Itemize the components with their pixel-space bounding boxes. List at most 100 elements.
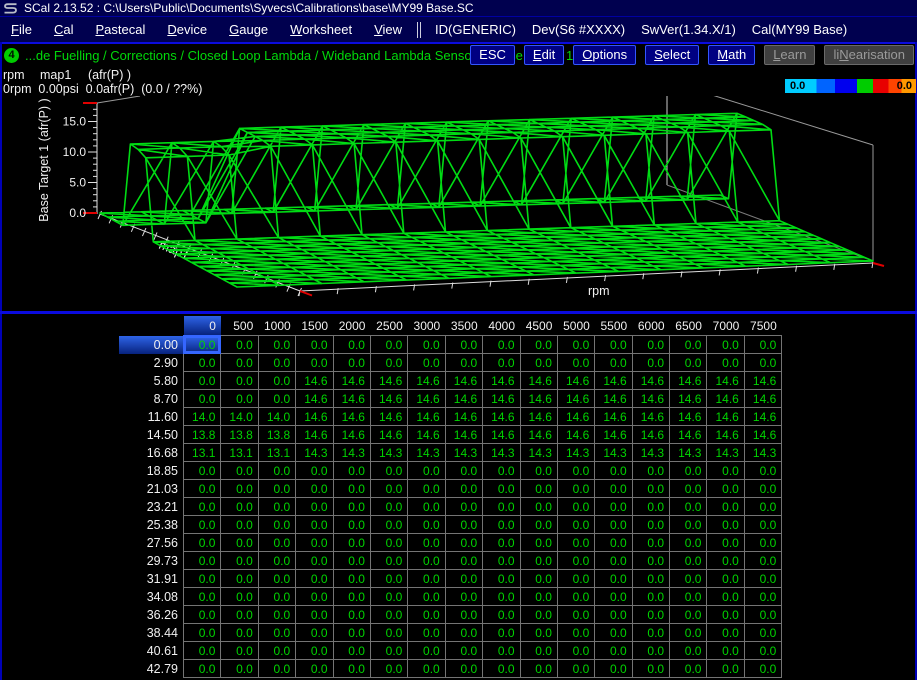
table-cell[interactable]: 14.6: [670, 372, 707, 390]
row-header-36.26[interactable]: 36.26: [119, 606, 184, 624]
options-button[interactable]: Options: [573, 45, 636, 65]
table-cell[interactable]: 0.0: [445, 534, 482, 552]
col-header-7000[interactable]: 7000: [707, 316, 744, 336]
table-cell[interactable]: 0.0: [632, 336, 669, 354]
table-cell[interactable]: 0.0: [632, 480, 669, 498]
table-cell[interactable]: 0.0: [370, 498, 407, 516]
row-header-31.91[interactable]: 31.91: [119, 570, 184, 588]
table-cell[interactable]: 14.6: [595, 426, 632, 444]
table-cell[interactable]: 14.6: [557, 408, 594, 426]
table-cell[interactable]: 0.0: [221, 516, 258, 534]
table-cell[interactable]: 0.0: [296, 660, 333, 678]
table-cell[interactable]: 0.0: [408, 336, 445, 354]
table-cell[interactable]: 0.0: [184, 588, 221, 606]
table-cell[interactable]: 0.0: [408, 642, 445, 660]
row-header-18.85[interactable]: 18.85: [119, 462, 184, 480]
table-cell[interactable]: 0.0: [184, 336, 221, 354]
table-cell[interactable]: 0.0: [595, 336, 632, 354]
table-cell[interactable]: 0.0: [520, 552, 557, 570]
table-cell[interactable]: 0.0: [520, 570, 557, 588]
table-cell[interactable]: 0.0: [370, 570, 407, 588]
table-cell[interactable]: 0.0: [632, 570, 669, 588]
table-cell[interactable]: 0.0: [483, 516, 520, 534]
row-header-14.50[interactable]: 14.50: [119, 426, 184, 444]
table-cell[interactable]: 0.0: [184, 606, 221, 624]
table-cell[interactable]: 0.0: [483, 552, 520, 570]
table-cell[interactable]: 14.6: [370, 426, 407, 444]
table-cell[interactable]: 0.0: [258, 372, 295, 390]
table-cell[interactable]: 0.0: [520, 516, 557, 534]
table-cell[interactable]: 0.0: [557, 516, 594, 534]
table-cell[interactable]: 14.6: [408, 372, 445, 390]
col-header-6000[interactable]: 6000: [632, 316, 669, 336]
table-cell[interactable]: 0.0: [707, 624, 744, 642]
table-cell[interactable]: 0.0: [483, 354, 520, 372]
table-cell[interactable]: 0.0: [744, 570, 781, 588]
select-button[interactable]: Select: [645, 45, 699, 65]
table-cell[interactable]: 0.0: [483, 534, 520, 552]
table-cell[interactable]: 0.0: [595, 462, 632, 480]
table-cell[interactable]: 0.0: [221, 660, 258, 678]
table-cell[interactable]: 0.0: [296, 570, 333, 588]
table-cell[interactable]: 0.0: [221, 480, 258, 498]
table-cell[interactable]: 14.6: [333, 408, 370, 426]
row-header-21.03[interactable]: 21.03: [119, 480, 184, 498]
col-header-2000[interactable]: 2000: [333, 316, 370, 336]
table-cell[interactable]: 14.6: [445, 408, 482, 426]
row-header-8.70[interactable]: 8.70: [119, 390, 184, 408]
table-cell[interactable]: 0.0: [483, 336, 520, 354]
table-cell[interactable]: 0.0: [483, 498, 520, 516]
table-cell[interactable]: 13.8: [258, 426, 295, 444]
table-cell[interactable]: 14.3: [707, 444, 744, 462]
table-cell[interactable]: 0.0: [557, 462, 594, 480]
table-cell[interactable]: 0.0: [707, 570, 744, 588]
table-cell[interactable]: 0.0: [258, 534, 295, 552]
table-cell[interactable]: 0.0: [557, 480, 594, 498]
row-header-2.90[interactable]: 2.90: [119, 354, 184, 372]
table-cell[interactable]: 0.0: [296, 480, 333, 498]
table-cell[interactable]: 0.0: [370, 534, 407, 552]
table-cell[interactable]: 0.0: [670, 498, 707, 516]
table-cell[interactable]: 14.6: [296, 426, 333, 444]
table-cell[interactable]: 0.0: [520, 642, 557, 660]
table-cell[interactable]: 14.6: [483, 372, 520, 390]
table-cell[interactable]: 0.0: [557, 498, 594, 516]
table-cell[interactable]: 0.0: [744, 624, 781, 642]
table-cell[interactable]: 0.0: [445, 588, 482, 606]
table-cell[interactable]: 0.0: [184, 534, 221, 552]
table-cell[interactable]: 0.0: [370, 336, 407, 354]
table-cell[interactable]: 0.0: [744, 354, 781, 372]
table-cell[interactable]: 0.0: [445, 498, 482, 516]
row-header-11.60[interactable]: 11.60: [119, 408, 184, 426]
table-cell[interactable]: 0.0: [408, 354, 445, 372]
table-cell[interactable]: 0.0: [520, 624, 557, 642]
row-header-42.79[interactable]: 42.79: [119, 660, 184, 678]
col-header-5500[interactable]: 5500: [595, 316, 632, 336]
table-cell[interactable]: 0.0: [707, 498, 744, 516]
table-cell[interactable]: 0.0: [744, 588, 781, 606]
table-cell[interactable]: 14.6: [445, 390, 482, 408]
table-cell[interactable]: 0.0: [520, 336, 557, 354]
table-cell[interactable]: 0.0: [632, 624, 669, 642]
table-cell[interactable]: 14.6: [483, 426, 520, 444]
table-cell[interactable]: 0.0: [184, 624, 221, 642]
table-cell[interactable]: 0.0: [221, 498, 258, 516]
table-cell[interactable]: 0.0: [595, 606, 632, 624]
table-cell[interactable]: 0.0: [557, 588, 594, 606]
table-cell[interactable]: 0.0: [221, 624, 258, 642]
table-cell[interactable]: 0.0: [445, 624, 482, 642]
table-cell[interactable]: 0.0: [258, 462, 295, 480]
table-cell[interactable]: 0.0: [333, 588, 370, 606]
table-cell[interactable]: 0.0: [707, 660, 744, 678]
table-cell[interactable]: 0.0: [632, 552, 669, 570]
table-cell[interactable]: 14.6: [707, 408, 744, 426]
table-cell[interactable]: 0.0: [333, 534, 370, 552]
table-cell[interactable]: 0.0: [184, 498, 221, 516]
table-cell[interactable]: 0.0: [557, 624, 594, 642]
col-header-4000[interactable]: 4000: [483, 316, 520, 336]
table-cell[interactable]: 0.0: [595, 516, 632, 534]
table-cell[interactable]: 0.0: [258, 390, 295, 408]
edit-button[interactable]: Edit: [524, 45, 564, 65]
table-cell[interactable]: 0.0: [520, 462, 557, 480]
table-cell[interactable]: 0.0: [370, 642, 407, 660]
